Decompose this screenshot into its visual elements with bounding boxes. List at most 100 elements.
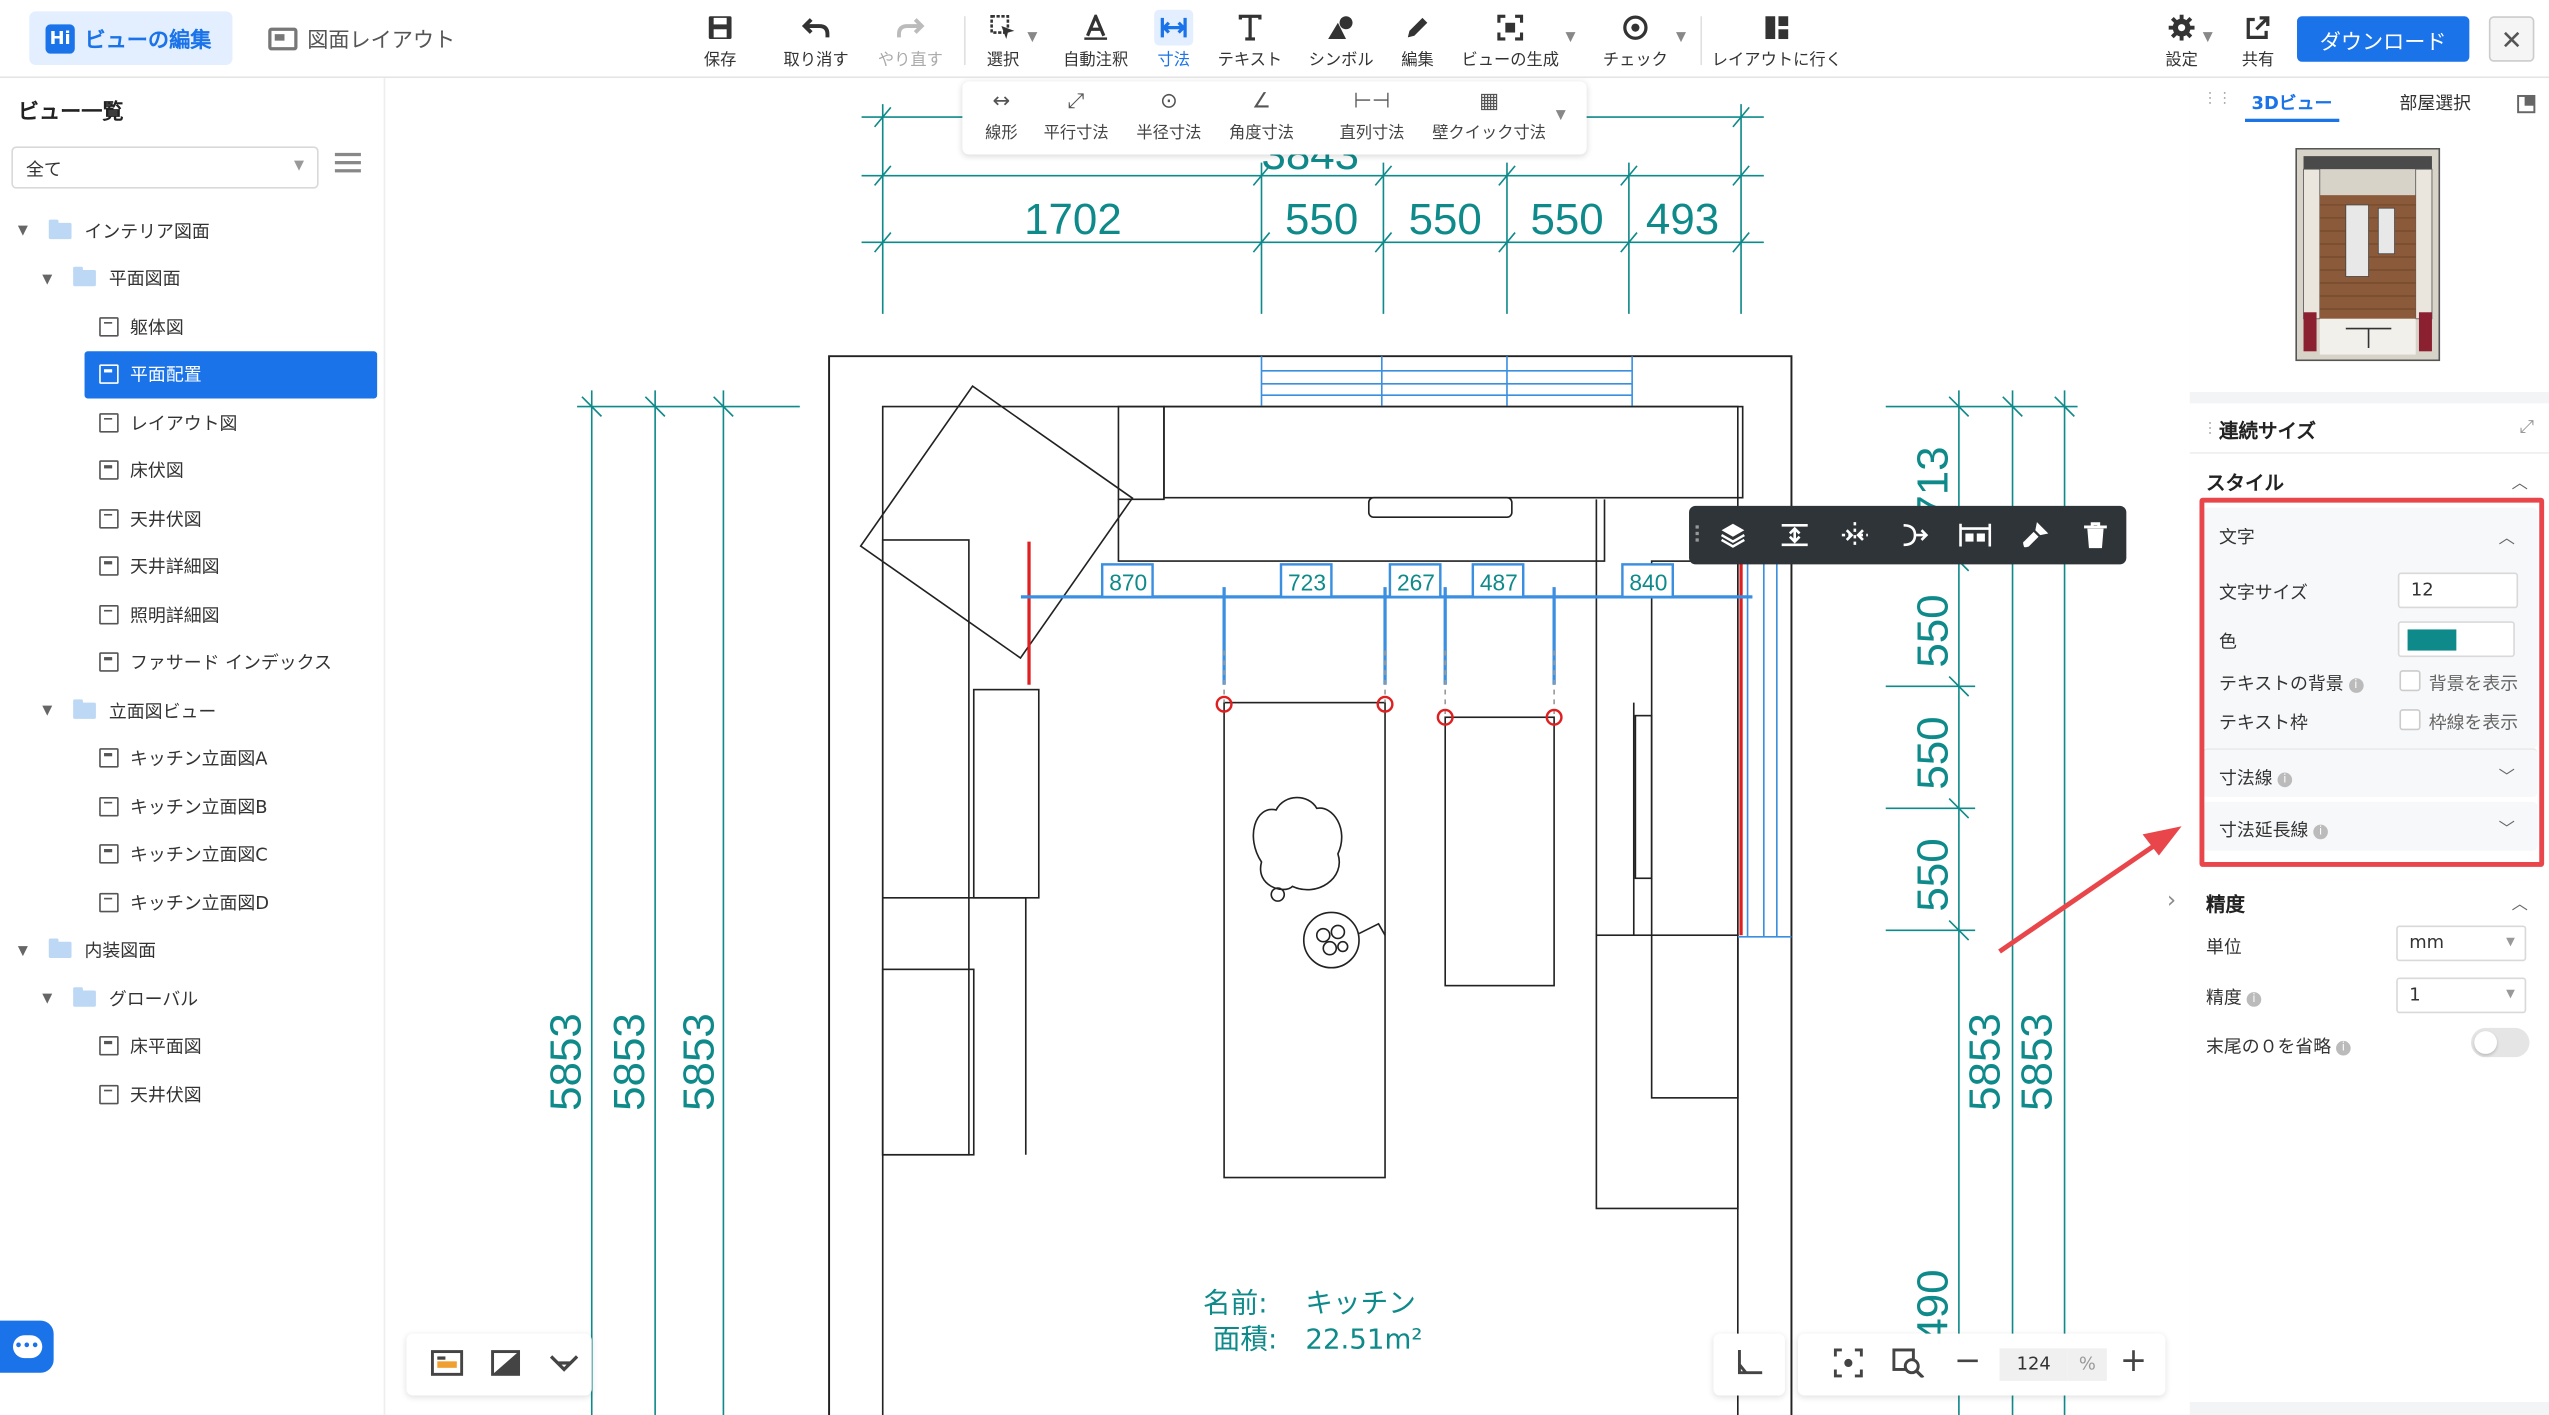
generate-view-button[interactable]: ビューの生成	[1461, 10, 1559, 70]
dim-text[interactable]: 550	[1531, 195, 1604, 244]
tree-item[interactable]: 躯体図	[85, 303, 184, 350]
trailing-zero-toggle[interactable]	[2470, 1027, 2530, 1058]
dim-text[interactable]: 550	[1909, 838, 1958, 911]
dim-text[interactable]: 5853	[2013, 1013, 2062, 1111]
zoom-region-icon[interactable]	[1892, 1348, 1925, 1384]
expand-toggle-icon[interactable]: ▼	[42, 271, 52, 286]
angle-dimension-button[interactable]: ∠ 角度寸法	[1229, 89, 1294, 143]
drag-handle-icon[interactable]	[1695, 525, 1703, 545]
info-icon[interactable]: i	[2246, 992, 2262, 1007]
chain-dim-text[interactable]: 723	[1288, 569, 1326, 595]
trash-icon[interactable]	[2078, 517, 2114, 553]
tree-item[interactable]: ファサード インデックス	[85, 638, 332, 685]
settings-caret-icon[interactable]: ▼	[2203, 29, 2213, 44]
drawing-canvas[interactable]: 3843 1702 550 550 550 493 5853 5853 5853…	[385, 78, 2189, 1415]
chain-dim-text[interactable]: 267	[1397, 569, 1435, 595]
selected-chain-dimension[interactable]: 870 723 267 487 840	[1020, 541, 1753, 936]
tree-item[interactable]: キッチン立面図B	[85, 782, 267, 829]
save-button[interactable]: 保存	[704, 10, 736, 70]
tree-item[interactable]: キッチン立面図A	[85, 734, 267, 781]
popout-icon[interactable]	[2516, 89, 2536, 120]
linear-dimension-button[interactable]: ↔ 線形	[985, 89, 1018, 143]
layer-select-icon[interactable]	[1715, 517, 1751, 553]
expand-toggle-icon[interactable]: ▼	[42, 703, 52, 718]
unit-select[interactable]: mm ▼	[2396, 925, 2527, 962]
subtoolbar-caret-icon[interactable]: ▼	[1556, 107, 1566, 122]
go-layout-button[interactable]: レイアウトに行く	[1712, 10, 1842, 70]
style-brush-icon[interactable]	[2017, 517, 2053, 553]
dim-text[interactable]: 5853	[675, 1013, 724, 1111]
tree-folder[interactable]: 平面図面	[73, 255, 180, 302]
tree-folder[interactable]: インテリア図面	[48, 207, 210, 254]
expand-toggle-icon[interactable]: ▼	[42, 991, 52, 1006]
chat-button[interactable]: •••	[0, 1320, 54, 1373]
expand-icon[interactable]: ⤢	[2520, 416, 2534, 439]
legend-icon[interactable]	[430, 1350, 464, 1383]
dim-text[interactable]: 5853	[1961, 1013, 2010, 1111]
tab-room-select[interactable]: 部屋選択	[2399, 89, 2471, 115]
parallel-dimension-button[interactable]: ⤢ 平行寸法	[1044, 89, 1109, 143]
chain-dim-text[interactable]: 487	[1480, 569, 1518, 595]
tree-item[interactable]: キッチン立面図C	[85, 830, 268, 877]
tree-item[interactable]: 照明詳細図	[85, 590, 219, 637]
chevron-up-icon[interactable]: ︿	[2512, 890, 2528, 914]
generate-view-caret-icon[interactable]: ▼	[1565, 29, 1575, 44]
radius-dimension-button[interactable]: ⊙ 半径寸法	[1136, 89, 1201, 143]
merge-dimension-icon[interactable]	[1897, 517, 1933, 553]
download-button[interactable]: ダウンロード	[2297, 16, 2470, 62]
drag-handle-icon[interactable]: ⋮⋮	[2203, 91, 2232, 107]
chevron-right-icon[interactable]: ›	[2167, 888, 2176, 914]
contrast-icon[interactable]	[491, 1350, 521, 1383]
settings-button[interactable]: 設定	[2165, 10, 2198, 70]
auto-annotate-button[interactable]: 自動注釈	[1063, 10, 1128, 70]
control-points[interactable]	[1215, 695, 1563, 726]
share-button[interactable]: 共有	[2242, 10, 2274, 70]
room-label[interactable]: 名前: キッチン 面積: 22.51m²	[1203, 1287, 1422, 1356]
3d-preview-image[interactable]	[2295, 148, 2441, 362]
dim-text[interactable]: 550	[1909, 716, 1958, 789]
dim-text[interactable]: 550	[1409, 195, 1482, 244]
align-dimension-icon[interactable]	[1777, 517, 1813, 553]
expand-toggle-icon[interactable]: ▼	[18, 223, 28, 238]
dim-text[interactable]: 550	[1285, 195, 1358, 244]
tab-3d-view[interactable]: 3Dビュー	[2245, 89, 2339, 122]
edit-button[interactable]: 編集	[1401, 10, 1434, 70]
dim-text[interactable]: 490	[1909, 1269, 1958, 1342]
expand-toggle-icon[interactable]: ▼	[18, 943, 28, 958]
zoom-value[interactable]: 124	[1999, 1348, 2068, 1381]
tree-folder[interactable]: グローバル	[73, 974, 198, 1021]
dim-text[interactable]: 5853	[541, 1013, 590, 1111]
dim-text[interactable]: 550	[1909, 594, 1958, 667]
wall-quick-dimension-button[interactable]: ▦ 壁クイック寸法	[1432, 89, 1546, 143]
tree-folder[interactable]: 立面図ビュー	[73, 686, 216, 733]
chain-dim-text[interactable]: 840	[1629, 569, 1667, 595]
text-button[interactable]: テキスト	[1218, 10, 1282, 70]
check-button[interactable]: チェック	[1603, 10, 1668, 70]
measure-icon[interactable]	[549, 1350, 579, 1383]
close-button[interactable]: ✕	[2488, 16, 2535, 62]
select-caret-icon[interactable]: ▼	[1027, 29, 1037, 44]
dim-text[interactable]: 1702	[1024, 195, 1122, 244]
tree-folder[interactable]: 内装図面	[48, 926, 156, 973]
info-icon[interactable]: i	[2336, 1040, 2351, 1056]
zoom-in-icon[interactable]: +	[2120, 1340, 2147, 1379]
tree-item[interactable]: レイアウト図	[85, 398, 237, 445]
dim-text[interactable]: 493	[1646, 195, 1719, 244]
chain-dimension-button[interactable]: ⊢⊣ 直列寸法	[1340, 89, 1405, 143]
dim-text[interactable]: 5853	[605, 1013, 654, 1111]
split-dimension-icon[interactable]	[1837, 517, 1873, 553]
add-dimension-point-icon[interactable]	[1957, 517, 1993, 553]
tree-item[interactable]: キッチン立面図D	[85, 878, 269, 925]
fit-view-icon[interactable]	[1833, 1348, 1863, 1384]
view-filter-select[interactable]: 全て ▼	[11, 146, 319, 189]
tree-item[interactable]: 平面配置	[84, 350, 378, 398]
tree-item[interactable]: 床平面図	[85, 1022, 202, 1069]
dimension-button[interactable]: 寸法	[1154, 9, 1194, 70]
tree-item[interactable]: 天井詳細図	[85, 542, 219, 589]
chain-dim-text[interactable]: 870	[1109, 569, 1147, 595]
zoom-out-icon[interactable]: −	[1954, 1340, 1981, 1379]
axis-icon[interactable]	[1735, 1348, 1764, 1384]
redo-button[interactable]: やり直す	[878, 10, 943, 70]
tab-edit-view[interactable]: Hi ビューの編集	[29, 11, 233, 66]
check-caret-icon[interactable]: ▼	[1676, 29, 1686, 44]
